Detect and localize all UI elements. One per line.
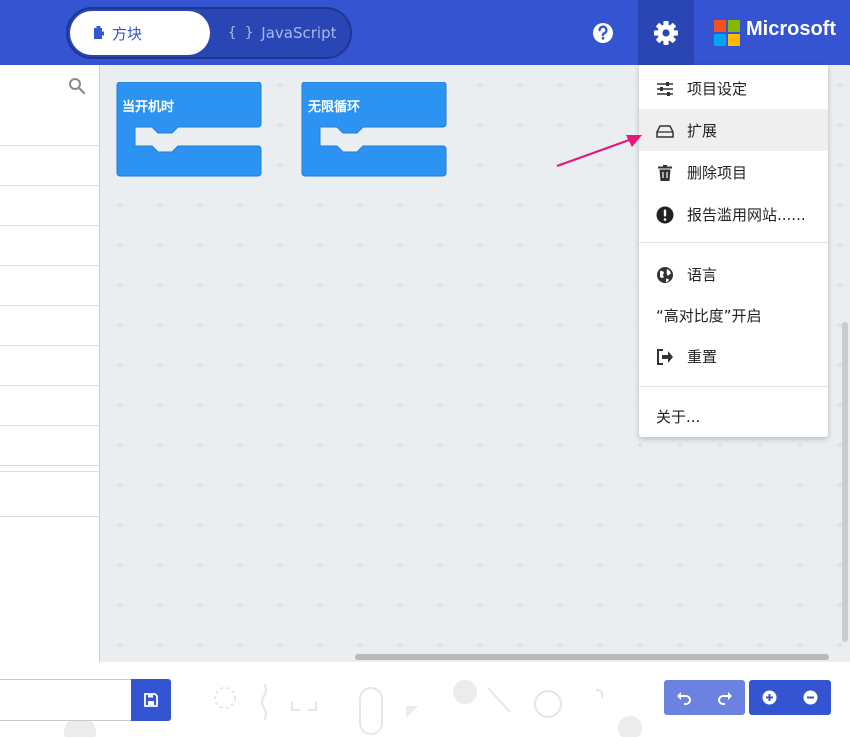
header-bar: 方块 { } JavaScript Microsoft [0,0,850,65]
plus-circle-icon [762,690,777,705]
zoom-group [749,680,831,715]
menu-item-project-settings[interactable]: 项目设定 [639,67,828,109]
menu-separator [639,386,828,387]
zoom-out-button[interactable] [790,680,831,715]
menu-item-label: 报告滥用网站...... [687,205,806,224]
toolbox-sidebar [0,65,100,662]
minus-circle-icon [803,690,818,705]
sliders-icon [657,82,673,96]
puzzle-icon [94,26,104,39]
sign-out-icon [657,349,673,365]
braces-icon: { } [228,25,254,41]
forever-label: 无限循环 [308,100,361,115]
menu-item-label: 删除项目 [687,163,748,182]
exclamation-circle-icon [656,206,674,224]
editor-toggle: 方块 { } JavaScript [66,7,352,59]
trash-icon [658,165,672,181]
settings-button[interactable] [638,0,694,65]
menu-item-language[interactable]: 语言 [639,253,828,295]
menu-item-about[interactable]: 关于... [639,395,828,437]
toolbox-row-divider [0,465,99,466]
menu-item-label: 关于... [656,407,701,426]
blocks-tab-label: 方块 [112,24,143,43]
search-icon[interactable] [68,77,86,95]
bottom-bar [0,662,850,737]
help-button[interactable] [590,20,616,46]
undo-icon [677,691,692,705]
zoom-in-button[interactable] [749,680,790,715]
toolbox-row-divider [0,185,99,186]
menu-item-extensions[interactable]: 扩展 [639,109,828,151]
toolbox-row-divider [0,345,99,346]
microsoft-logo-icon [714,20,740,46]
menu-item-delete-project[interactable]: 删除项目 [639,151,828,193]
javascript-tab[interactable]: { } JavaScript [228,11,337,55]
globe-icon [657,267,673,283]
toolbox-row-divider [0,305,99,306]
toolbox-row-divider [0,385,99,386]
toolbox-row-divider [0,265,99,266]
gear-icon [654,20,678,45]
on-start-label: 当开机时 [122,100,175,115]
toolbox-row-divider [0,225,99,226]
toolbox-row-divider [0,516,99,517]
redo-button[interactable] [705,680,746,715]
app-root: 方块 { } JavaScript Microsoft 当开机时 无限循环 项目… [0,0,850,737]
question-circle-icon [593,23,613,43]
javascript-tab-label: JavaScript [261,24,337,42]
menu-item-label: 扩展 [687,121,718,140]
toolbox-row-divider [0,425,99,426]
undo-button[interactable] [664,680,705,715]
menu-item-high-contrast[interactable]: “高对比度”开启 [639,294,828,336]
workspace-vertical-scrollbar[interactable] [842,322,848,642]
annotation-arrow [556,135,642,168]
menu-item-label: “高对比度”开启 [656,306,762,325]
toolbox-row-divider [0,471,99,472]
settings-dropdown-menu: 项目设定 扩展 删除项目 报告滥用网站...... 语言 “高对比度”开启 重置… [639,65,828,437]
project-name-input[interactable] [0,679,132,721]
menu-item-label: 项目设定 [687,79,748,98]
save-icon [144,693,158,707]
menu-separator [639,242,828,243]
blocks-tab[interactable]: 方块 [70,11,210,55]
menu-item-label: 语言 [687,265,718,284]
save-button[interactable] [131,679,171,721]
menu-item-reset[interactable]: 重置 [639,335,828,377]
workspace-horizontal-scrollbar[interactable] [355,654,829,660]
toolbox-row-divider [0,145,99,146]
menu-item-report-abuse[interactable]: 报告滥用网站...... [639,193,828,235]
menu-item-label: 重置 [687,347,718,366]
redo-icon [717,691,732,705]
microsoft-brand-text: Microsoft [746,18,836,40]
undo-redo-group [664,680,745,715]
drive-icon [656,125,674,138]
